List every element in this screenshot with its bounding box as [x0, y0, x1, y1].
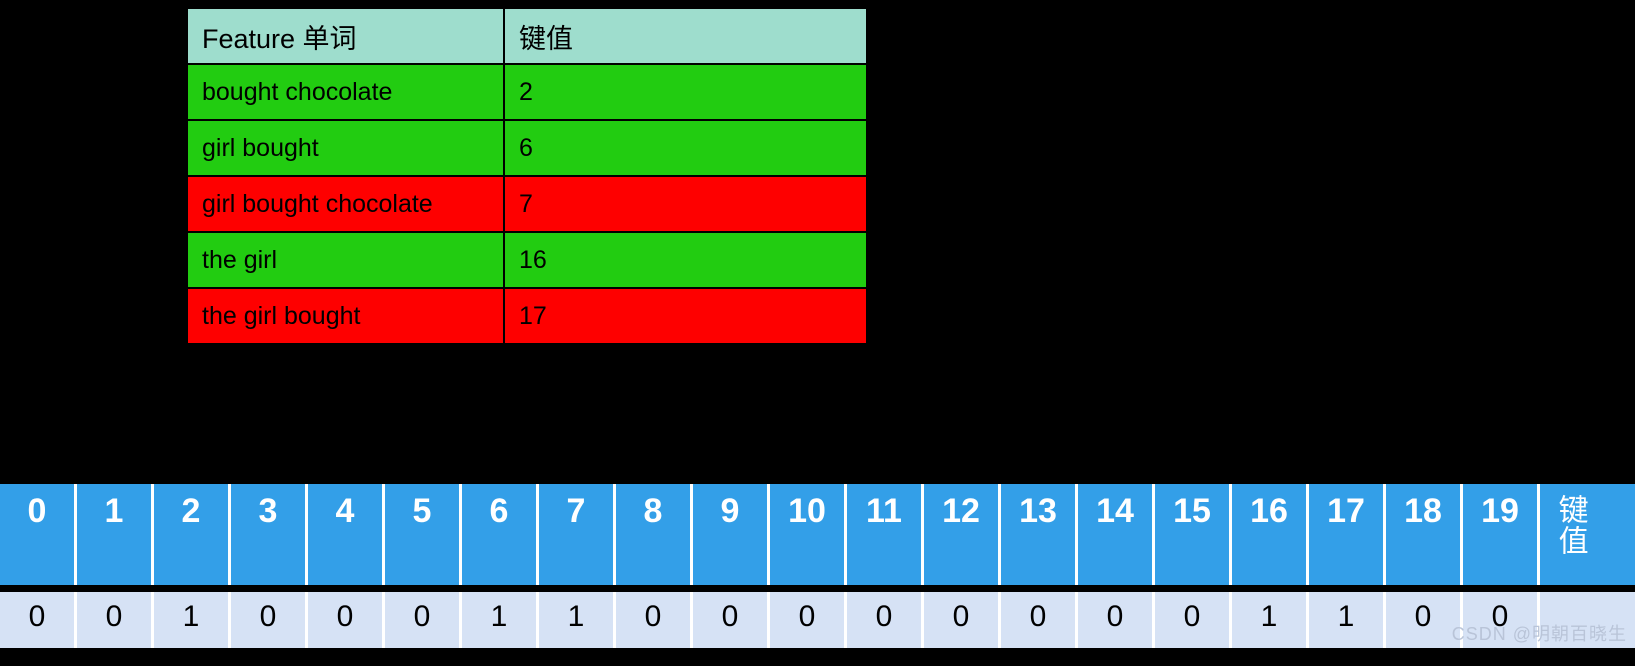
- bit-index-cell-18: 18: [1386, 484, 1463, 585]
- bit-value-cell-0: 0: [0, 592, 77, 648]
- cell-feature: girl bought chocolate: [186, 175, 505, 233]
- bit-value-cell-6: 1: [462, 592, 539, 648]
- bit-array-index-row: 0 1 2 3 4 5 6 7 8 9 10 11 12 13 14 15 16 17 18 19 键值: [0, 484, 1635, 585]
- bit-index-cell-7: 7: [539, 484, 616, 585]
- bit-index-cell-8: 8: [616, 484, 693, 585]
- bit-index-cell-15: 15: [1155, 484, 1232, 585]
- bit-index-cell-11: 11: [847, 484, 924, 585]
- bit-array-value-row: 00100011000000001100: [0, 592, 1635, 648]
- bit-value-cell-14: 0: [1078, 592, 1155, 648]
- bit-value-cell-1: 0: [77, 592, 154, 648]
- bit-index-cell-19: 19: [1463, 484, 1540, 585]
- bit-index-cell-6: 6: [462, 484, 539, 585]
- bit-array-block: 0 1 2 3 4 5 6 7 8 9 10 11 12 13 14 15 16 17 18 19 键值 0010001…: [0, 484, 1635, 648]
- table-row: girl bought chocolate 7: [186, 175, 868, 233]
- bit-index-cell-0: 0: [0, 484, 77, 585]
- bit-value-cell-2: 1: [154, 592, 231, 648]
- bit-index-cell-13: 13: [1001, 484, 1078, 585]
- table-header-row: Feature 单词 键值: [186, 7, 868, 65]
- bit-value-cell-15: 0: [1155, 592, 1232, 648]
- bit-index-cell-16: 16: [1232, 484, 1309, 585]
- bit-value-cell-13: 0: [1001, 592, 1078, 648]
- bit-value-cell-12: 0: [924, 592, 1001, 648]
- bit-index-cell-1: 1: [77, 484, 154, 585]
- bit-array-key-label-cell: 键值: [1540, 484, 1635, 585]
- bit-index-cell-10: 10: [770, 484, 847, 585]
- bit-value-cell-5: 0: [385, 592, 462, 648]
- bit-value-cell-9: 0: [693, 592, 770, 648]
- bit-array-key-value-cell: [1540, 592, 1635, 648]
- bit-value-cell-17: 1: [1309, 592, 1386, 648]
- cell-key: 7: [503, 175, 868, 233]
- header-cell-key: 键值: [503, 7, 868, 65]
- cell-key: 16: [503, 231, 868, 289]
- table-row: the girl 16: [186, 231, 868, 289]
- bit-index-cell-3: 3: [231, 484, 308, 585]
- bit-value-cell-18: 0: [1386, 592, 1463, 648]
- table-row: girl bought 6: [186, 119, 868, 177]
- bit-index-cell-12: 12: [924, 484, 1001, 585]
- table-row: bought chocolate 2: [186, 63, 868, 121]
- header-cell-feature: Feature 单词: [186, 7, 505, 65]
- table-row: the girl bought 17: [186, 287, 868, 345]
- cell-feature: the girl: [186, 231, 505, 289]
- cell-key: 2: [503, 63, 868, 121]
- bit-index-cell-5: 5: [385, 484, 462, 585]
- bit-value-cell-11: 0: [847, 592, 924, 648]
- bit-index-cell-14: 14: [1078, 484, 1155, 585]
- bit-value-cell-16: 1: [1232, 592, 1309, 648]
- bit-value-cell-4: 0: [308, 592, 385, 648]
- cell-feature: bought chocolate: [186, 63, 505, 121]
- cell-key: 6: [503, 119, 868, 177]
- bit-value-cell-3: 0: [231, 592, 308, 648]
- bit-index-cell-17: 17: [1309, 484, 1386, 585]
- feature-key-table: Feature 单词 键值 bought chocolate 2 girl bo…: [186, 7, 868, 345]
- bit-index-cell-9: 9: [693, 484, 770, 585]
- bit-value-cell-10: 0: [770, 592, 847, 648]
- bit-value-cell-8: 0: [616, 592, 693, 648]
- cell-feature: girl bought: [186, 119, 505, 177]
- bit-index-cell-4: 4: [308, 484, 385, 585]
- cell-feature: the girl bought: [186, 287, 505, 345]
- bit-value-cell-7: 1: [539, 592, 616, 648]
- bit-array-key-label: 键值: [1553, 494, 1587, 556]
- bit-index-cell-2: 2: [154, 484, 231, 585]
- cell-key: 17: [503, 287, 868, 345]
- bit-value-cell-19: 0: [1463, 592, 1540, 648]
